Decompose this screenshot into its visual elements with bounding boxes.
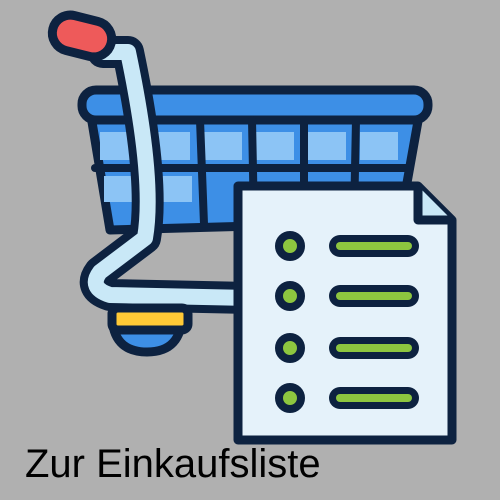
cart-handle-grip bbox=[47, 10, 117, 62]
cart-wheel bbox=[107, 303, 193, 357]
shopping-cart-with-list-icon bbox=[47, 10, 457, 445]
tile-caption: Zur Einkaufsliste bbox=[25, 442, 321, 486]
shopping-list-tile[interactable]: Zur Einkaufsliste bbox=[0, 0, 500, 500]
